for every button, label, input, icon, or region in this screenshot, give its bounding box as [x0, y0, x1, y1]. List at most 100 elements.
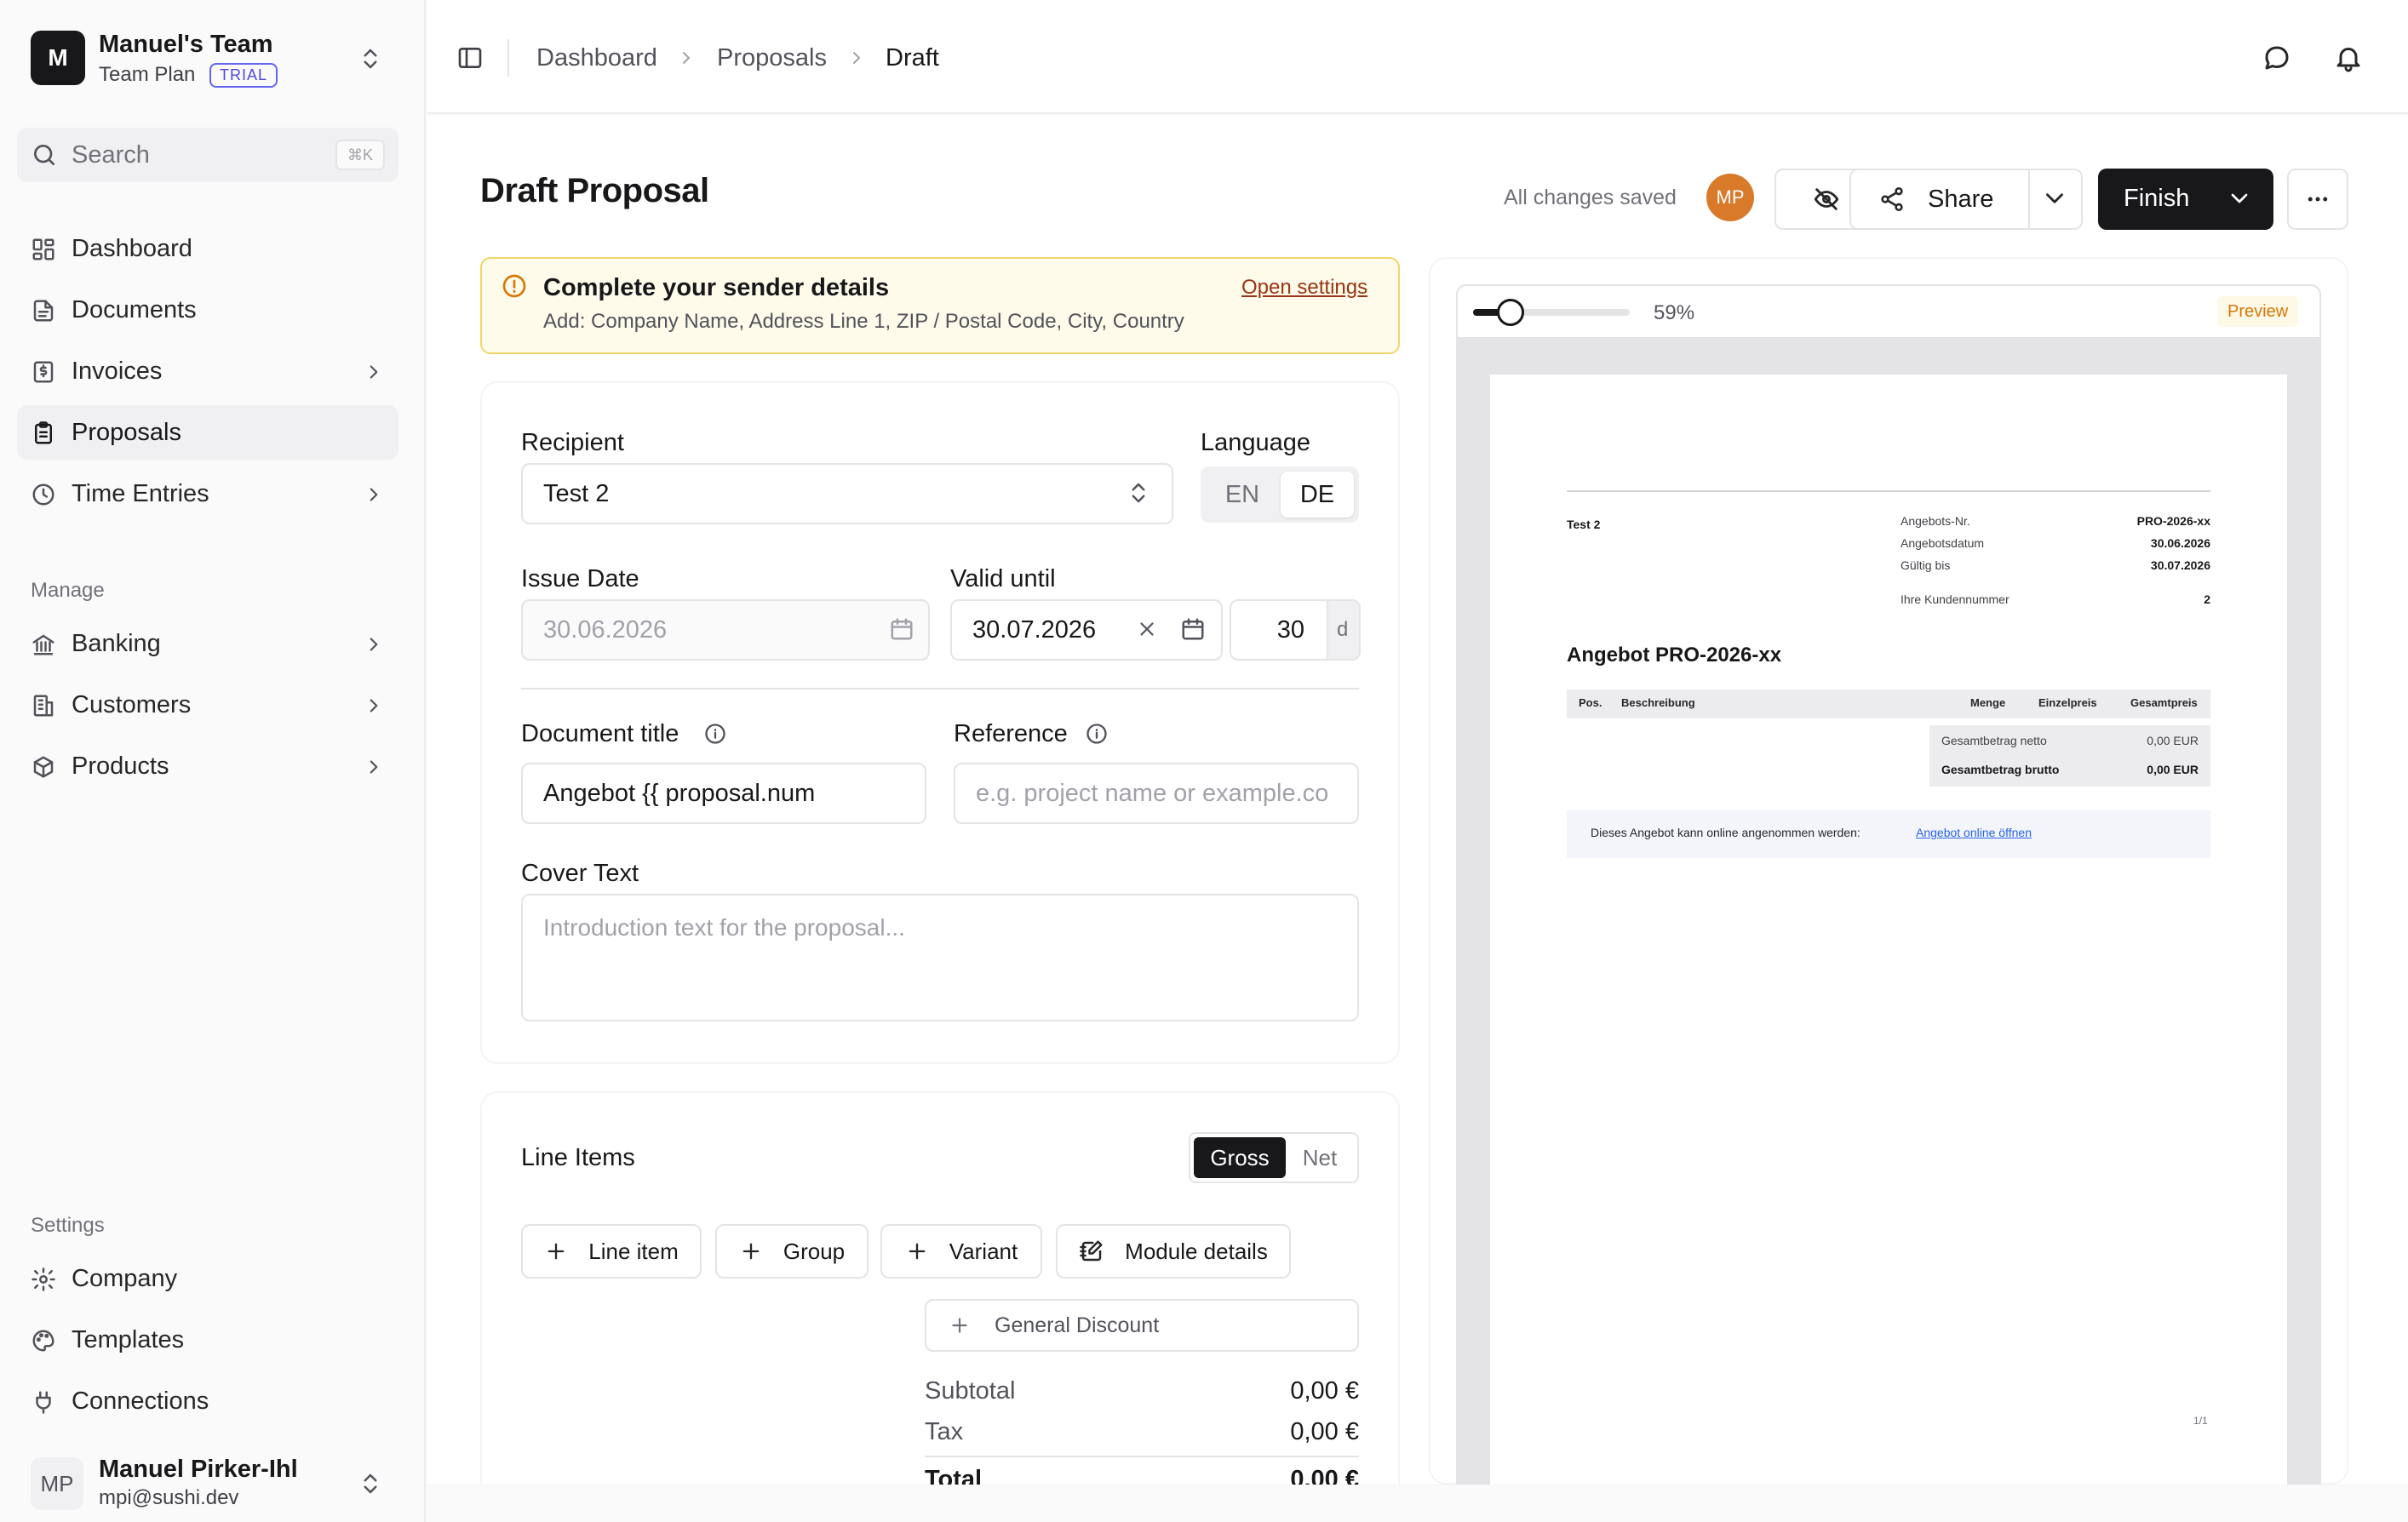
preview-column: Pos. — [1579, 696, 1602, 709]
gross-mode-button[interactable]: Gross — [1194, 1137, 1286, 1178]
sidebar-item-proposals[interactable]: Proposals — [17, 405, 398, 460]
preview-column: Beschreibung — [1621, 696, 1695, 709]
preview-meta-label: Angebotsdatum — [1901, 536, 1985, 550]
team-switcher-icon[interactable] — [358, 46, 383, 72]
breadcrumb-draft: Draft — [886, 44, 939, 72]
divider — [925, 1456, 1359, 1457]
sidebar-item-banking[interactable]: Banking — [17, 616, 398, 671]
module-details-button[interactable]: Module details — [1056, 1224, 1291, 1279]
sidebar-item-label: Documents — [72, 295, 197, 323]
add-line-item-button[interactable]: Line item — [521, 1224, 702, 1279]
zoom-slider-thumb[interactable] — [1497, 299, 1524, 326]
sidebar-item-templates[interactable]: Templates — [17, 1313, 398, 1367]
sidebar-item-documents[interactable]: Documents — [17, 283, 398, 337]
recipient-select[interactable] — [521, 463, 1173, 524]
preview-meta-label: Gültig bis — [1901, 558, 1951, 572]
general-discount-label: General Discount — [995, 1313, 1160, 1337]
cover-text-area[interactable] — [521, 894, 1359, 1021]
reference-label: Reference — [954, 720, 1068, 747]
group-label: Group — [783, 1238, 846, 1264]
issue-date-label: Issue Date — [521, 565, 639, 592]
user-name[interactable]: Manuel Pirker-Ihl — [99, 1456, 298, 1484]
cover-text-placeholder: Introduction text for the proposal... — [543, 914, 905, 941]
preview-heading: Angebot PRO-2026-xx — [1567, 644, 1782, 667]
sidebar-item-dashboard[interactable]: Dashboard — [17, 221, 398, 276]
net-mode-button[interactable]: Net — [1286, 1137, 1354, 1178]
sidebar-toggle-icon[interactable] — [456, 44, 484, 72]
share-icon — [1878, 186, 1906, 213]
collaborator-avatar[interactable]: MP — [1706, 174, 1754, 221]
line-items-title: Line Items — [521, 1144, 635, 1171]
language-en[interactable]: EN — [1206, 472, 1279, 518]
issue-date-value: 30.06.2026 — [543, 616, 668, 644]
recipient-value: Test 2 — [543, 480, 610, 507]
document-title-label: Document title — [521, 720, 679, 747]
divider — [1567, 490, 2210, 492]
search-placeholder: Search — [72, 141, 150, 169]
finish-button[interactable]: Finish — [2098, 169, 2273, 230]
share-dropdown-icon[interactable] — [2040, 184, 2069, 213]
cover-text-label: Cover Text — [521, 860, 639, 887]
info-icon[interactable] — [703, 722, 727, 746]
add-variant-button[interactable]: Variant — [880, 1224, 1042, 1279]
sidebar-item-time-entries[interactable]: Time Entries — [17, 466, 398, 521]
sidebar-item-label: Banking — [72, 629, 161, 657]
preview-online-link[interactable]: Angebot online öffnen — [1916, 826, 2032, 839]
invoice-icon — [31, 359, 56, 385]
tax-label: Tax — [925, 1418, 964, 1445]
divider — [521, 688, 1359, 689]
sidebar-item-label: Proposals — [72, 418, 181, 446]
more-options-button[interactable] — [2287, 169, 2348, 230]
calendar-icon[interactable] — [1180, 616, 1206, 642]
sidebar-item-label: Company — [72, 1264, 178, 1292]
clear-icon[interactable] — [1136, 618, 1158, 640]
breadcrumb-proposals[interactable]: Proposals — [717, 44, 827, 72]
preview-badge: Preview — [2217, 296, 2299, 327]
bottom-strip — [427, 1485, 2408, 1522]
chevron-right-icon — [846, 48, 867, 68]
sidebar-item-label: Customers — [72, 690, 192, 718]
preview-meta-label: Angebots-Nr. — [1901, 514, 1970, 528]
chat-icon[interactable] — [2262, 43, 2292, 73]
divider — [507, 39, 509, 77]
gear-icon — [31, 1267, 56, 1292]
sidebar-item-company[interactable]: Company — [17, 1251, 398, 1306]
preview-meta-value: 30.06.2026 — [2150, 536, 2210, 550]
sidebar-item-connections[interactable]: Connections — [17, 1374, 398, 1428]
team-name[interactable]: Manuel's Team — [99, 31, 273, 59]
module-details-label: Module details — [1125, 1238, 1268, 1264]
more-horizontal-icon — [2305, 186, 2331, 212]
bell-icon[interactable] — [2333, 43, 2364, 73]
info-icon[interactable] — [1085, 722, 1109, 746]
building-icon — [31, 693, 56, 718]
calendar-icon[interactable] — [889, 616, 914, 642]
line-item-label: Line item — [588, 1238, 679, 1264]
recipient-label: Recipient — [521, 429, 624, 456]
add-group-button[interactable]: Group — [715, 1224, 869, 1279]
language-de[interactable]: DE — [1281, 472, 1354, 518]
open-settings-link[interactable]: Open settings — [1241, 276, 1367, 300]
user-menu-icon[interactable] — [358, 1471, 383, 1496]
preview-column: Einzelpreis — [2038, 696, 2097, 709]
valid-until-label: Valid until — [950, 565, 1056, 592]
plus-icon — [949, 1314, 971, 1336]
sender-details-alert — [480, 257, 1400, 354]
sidebar-item-products[interactable]: Products — [17, 739, 398, 793]
team-logo[interactable]: M — [31, 31, 85, 85]
valid-days-value: 30 — [1276, 616, 1304, 644]
zoom-level: 59% — [1654, 301, 1695, 324]
palette-icon — [31, 1328, 56, 1353]
chevron-down-icon — [2226, 185, 2253, 212]
sidebar-item-invoices[interactable]: Invoices — [17, 344, 398, 398]
subtotal-value: 0,00 € — [1290, 1377, 1359, 1405]
user-avatar[interactable]: MP — [31, 1457, 83, 1510]
tax-value: 0,00 € — [1290, 1418, 1359, 1445]
breadcrumb-dashboard[interactable]: Dashboard — [536, 44, 657, 72]
sidebar-item-label: Products — [72, 752, 169, 780]
sidebar-item-label: Invoices — [72, 357, 163, 385]
sidebar-item-customers[interactable]: Customers — [17, 678, 398, 732]
preview-column: Gesamtpreis — [2130, 696, 2198, 709]
document-icon — [31, 298, 56, 323]
preview-meta-value: 30.07.2026 — [2150, 558, 2210, 572]
preview-net-value: 0,00 EUR — [2147, 734, 2199, 747]
